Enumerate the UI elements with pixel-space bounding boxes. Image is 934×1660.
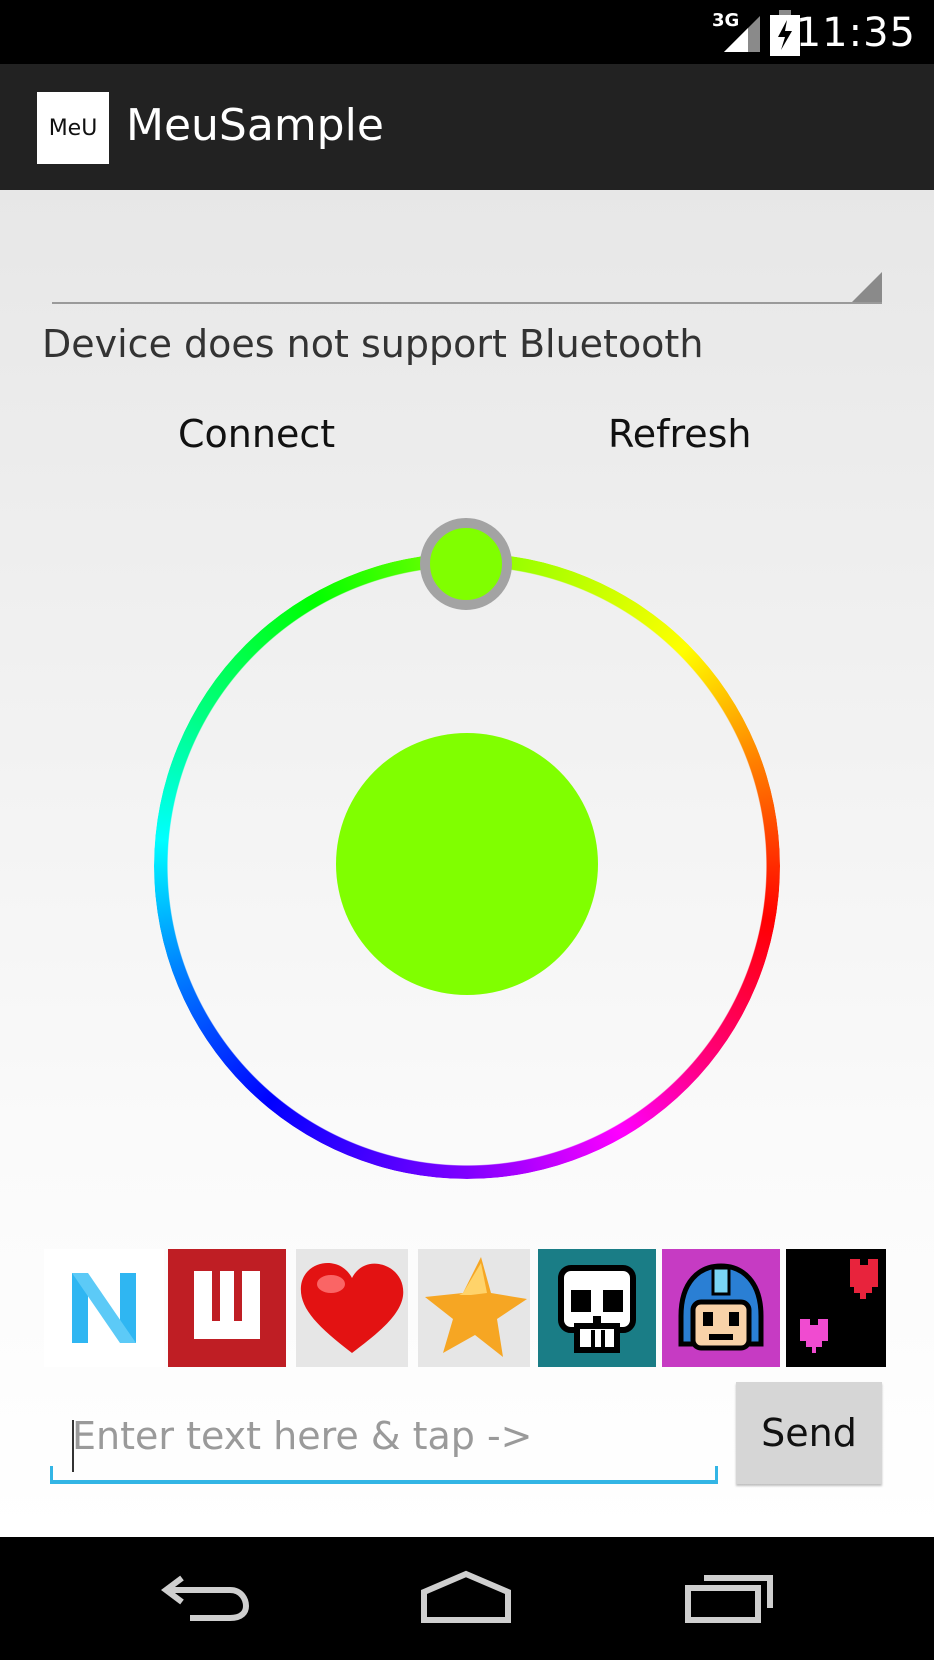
- refresh-button[interactable]: Refresh: [608, 412, 752, 456]
- hue-thumb[interactable]: [420, 518, 512, 610]
- skull-icon[interactable]: [538, 1249, 656, 1367]
- clock: 11:35: [795, 10, 916, 56]
- app-logo-text: MeU: [48, 115, 98, 141]
- home-icon[interactable]: [406, 1557, 526, 1637]
- input-underline-left: [50, 1466, 53, 1482]
- back-icon[interactable]: [146, 1557, 266, 1637]
- navigation-bar: [0, 1537, 934, 1660]
- spinner-arrow-icon: [852, 272, 882, 302]
- recent-apps-icon[interactable]: [670, 1557, 790, 1637]
- heart-icon[interactable]: [296, 1249, 408, 1367]
- pixel-hearts-icon[interactable]: [786, 1249, 886, 1367]
- megaman-icon[interactable]: [662, 1249, 780, 1367]
- input-underline-right: [715, 1466, 718, 1482]
- app-logo-icon: MeU: [37, 92, 109, 164]
- connect-button[interactable]: Connect: [178, 412, 335, 456]
- wiiu-logo-icon[interactable]: [168, 1249, 286, 1367]
- status-message: Device does not support Bluetooth: [42, 322, 704, 366]
- message-input-wrap: [50, 1394, 718, 1484]
- app-title: MeuSample: [126, 100, 384, 151]
- selected-color-preview[interactable]: [336, 733, 598, 995]
- signal-icon: [724, 16, 760, 52]
- icon-strip: [44, 1249, 886, 1367]
- message-input[interactable]: [50, 1394, 718, 1478]
- text-cursor: [72, 1420, 74, 1472]
- action-bar: MeU MeuSample: [0, 64, 934, 190]
- star-icon[interactable]: [418, 1249, 530, 1367]
- send-button[interactable]: Send: [736, 1382, 882, 1484]
- status-bar: 3G 11:35: [0, 0, 934, 64]
- input-underline: [50, 1480, 718, 1484]
- n-logo-icon[interactable]: [44, 1249, 164, 1367]
- spinner-underline: [52, 302, 882, 304]
